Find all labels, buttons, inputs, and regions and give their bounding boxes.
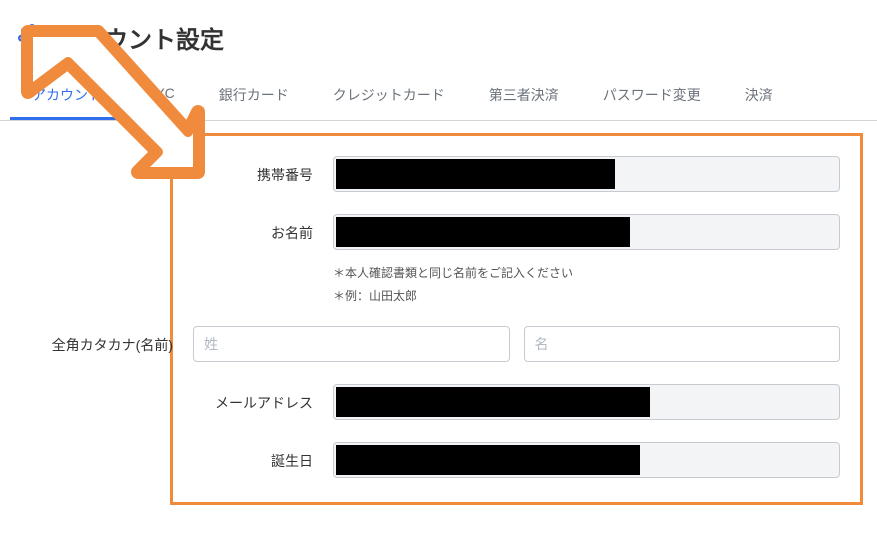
tab-kyc[interactable]: KYC: [124, 73, 197, 120]
page-title: アカウント設定: [56, 20, 224, 55]
tab-bank-card[interactable]: 銀行カード: [197, 73, 311, 120]
birthdate-label: 誕生日: [193, 442, 313, 471]
gear-icon: [18, 24, 46, 52]
email-label: メールアドレス: [193, 384, 313, 413]
tab-credit-card[interactable]: クレジットカード: [311, 73, 467, 120]
kana-sei-input[interactable]: [193, 326, 510, 362]
name-hint: ＊本人確認書類と同じ名前をご記入ください ＊例：山田太郎: [333, 258, 840, 304]
tab-account[interactable]: アカウント: [10, 73, 124, 120]
tab-payment[interactable]: 決済: [723, 73, 795, 120]
form-area: 携帯番号 お名前 ＊本人確認書類と同じ名前をご記入ください ＊例：山田太郎 全角…: [170, 133, 863, 505]
kana-label: 全角カタカナ(名前): [28, 326, 173, 355]
phone-label: 携帯番号: [193, 156, 313, 185]
kana-mei-input[interactable]: [524, 326, 841, 362]
tabs: アカウント KYC 銀行カード クレジットカード 第三者決済 パスワード変更 決…: [0, 73, 877, 121]
tab-password-change[interactable]: パスワード変更: [581, 73, 723, 120]
tab-third-party-payment[interactable]: 第三者決済: [467, 73, 581, 120]
name-label: お名前: [193, 214, 313, 243]
